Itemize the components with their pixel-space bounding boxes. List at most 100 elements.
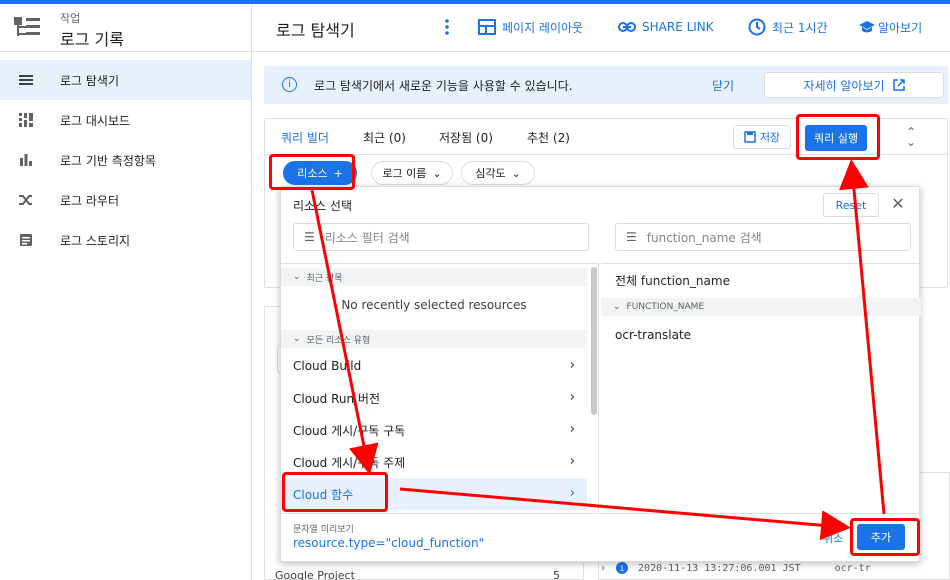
banner-close-button[interactable]: 닫기 bbox=[712, 77, 734, 94]
page-layout-button[interactable]: 페이지 레이아웃 bbox=[478, 18, 583, 36]
resource-item-label: Cloud Run 버전 bbox=[293, 391, 380, 406]
project-label: Google Project bbox=[275, 569, 355, 580]
all-resources-header: ⌄ 모든 리소스 유형 bbox=[281, 330, 587, 348]
learn-more-button[interactable]: 자세히 알아보기 bbox=[764, 72, 944, 98]
resource-item-cloud-run[interactable]: Cloud Run 버전 › bbox=[281, 382, 587, 414]
nav-item-label: 로그 라우터 bbox=[60, 193, 120, 208]
learn-label: 알아보기 bbox=[878, 20, 923, 35]
chevron-down-icon: ⌄ bbox=[293, 334, 301, 344]
info-icon: i bbox=[282, 77, 297, 92]
close-icon[interactable]: ✕ bbox=[887, 193, 909, 215]
page-header: 로그 탐색기 페이지 레이아웃 SHARE LINK 최근 1시간 알아보기 bbox=[252, 4, 950, 52]
left-navigation: 작업 로그 기록 로그 탐색기 로그 대시보드 로그 기반 측정항목 로그 라우… bbox=[0, 4, 252, 580]
function-name-header: ⌄ FUNCTION_NAME bbox=[601, 298, 921, 316]
filter-icon: ☰ bbox=[304, 230, 315, 244]
nav-item-log-router[interactable]: 로그 라우터 bbox=[0, 180, 251, 220]
nav-item-label: 로그 탐색기 bbox=[60, 73, 120, 88]
page-layout-label: 페이지 레이아웃 bbox=[502, 20, 584, 35]
logging-logo-icon bbox=[14, 17, 40, 36]
time-range-label: 최근 1시간 bbox=[772, 20, 828, 35]
chevron-down-icon: ⌄ bbox=[293, 272, 301, 282]
all-header-label: 모든 리소스 유형 bbox=[306, 335, 371, 346]
product-subtitle: 작업 bbox=[60, 12, 81, 25]
list-icon bbox=[18, 72, 34, 88]
learn-more-label: 자세히 알아보기 bbox=[803, 78, 885, 93]
page-title: 로그 탐색기 bbox=[276, 21, 355, 40]
resource-item-label: Cloud 게시/구독 주제 bbox=[293, 455, 406, 470]
recent-header-label: 최근 항목 bbox=[306, 273, 343, 284]
project-count: 5 bbox=[553, 569, 560, 580]
nav-item-log-explorer[interactable]: 로그 탐색기 bbox=[0, 60, 251, 100]
function-name-list: 전체 function_name ⌄ FUNCTION_NAME ocr-tra… bbox=[601, 263, 921, 513]
more-vert-button[interactable] bbox=[438, 18, 456, 36]
tab-suggested[interactable]: 추천 (2) bbox=[527, 129, 570, 146]
save-icon bbox=[744, 131, 756, 143]
nav-item-label: 로그 스토리지 bbox=[60, 233, 131, 248]
chevron-right-icon: › bbox=[569, 390, 575, 405]
tab-recent[interactable]: 최근 (0) bbox=[363, 129, 406, 146]
banner-text: 로그 탐색기에서 새로운 기능을 사용할 수 있습니다. bbox=[314, 79, 573, 93]
link-icon bbox=[618, 22, 636, 32]
fn-filter-placeholder: function_name 검색 bbox=[646, 230, 762, 245]
all-function-name-option[interactable]: 전체 function_name bbox=[615, 272, 730, 289]
preview-value: resource.type="cloud_function" bbox=[293, 536, 485, 550]
product-header: 작업 로그 기록 bbox=[0, 4, 251, 52]
recent-section-header: ⌄ 최근 항목 bbox=[281, 268, 587, 286]
save-query-button[interactable]: 저장 bbox=[733, 125, 791, 149]
product-title: 로그 기록 bbox=[60, 30, 124, 49]
log-name-chip-label: 로그 이름 bbox=[382, 167, 427, 180]
scrollbar[interactable] bbox=[591, 267, 597, 415]
log-timestamp: 2020-11-13 13:27:06.001 JST bbox=[638, 562, 801, 574]
learn-button[interactable]: 알아보기 bbox=[858, 18, 922, 36]
annotation-box-resource-chip bbox=[269, 154, 355, 190]
resource-filter-placeholder: 리소스 필터 검색 bbox=[324, 230, 410, 245]
annotation-box-add-button bbox=[850, 518, 920, 556]
share-link-button[interactable]: SHARE LINK bbox=[618, 18, 714, 36]
resource-item-label: Cloud Build bbox=[293, 359, 362, 373]
expand-icon[interactable]: › bbox=[600, 563, 606, 574]
chevron-right-icon: › bbox=[569, 422, 575, 437]
chevron-down-icon: ⌄ bbox=[511, 166, 521, 180]
tab-query-builder[interactable]: 쿼리 빌더 bbox=[281, 129, 329, 146]
no-recent-text: No recently selected resources bbox=[341, 298, 527, 312]
open-in-new-icon bbox=[892, 79, 905, 91]
nav-item-label: 로그 대시보드 bbox=[60, 113, 131, 128]
filter-icon: ☰ bbox=[626, 230, 637, 244]
chevron-right-icon: › bbox=[569, 358, 575, 373]
severity-chip-label: 심각도 bbox=[475, 167, 506, 180]
time-range-button[interactable]: 최근 1시간 bbox=[748, 18, 828, 36]
more-vert-icon bbox=[445, 19, 449, 35]
save-label: 저장 bbox=[759, 131, 781, 144]
info-banner: i 로그 탐색기에서 새로운 기능을 사용할 수 있습니다. 닫기 자세히 알아… bbox=[264, 66, 948, 104]
collapse-icon[interactable]: ⌃ ⌄ bbox=[901, 126, 921, 148]
nav-item-log-metrics[interactable]: 로그 기반 측정항목 bbox=[0, 140, 251, 180]
panel-title: 리소스 선택 bbox=[293, 199, 353, 213]
annotation-box-run-query bbox=[796, 114, 880, 160]
chevron-right-icon: › bbox=[569, 454, 575, 469]
reset-button[interactable]: Reset bbox=[823, 193, 879, 217]
function-name-item[interactable]: ocr-translate bbox=[615, 328, 691, 342]
severity-chip[interactable]: 심각도 ⌄ bbox=[461, 161, 535, 185]
info-severity-icon: i bbox=[616, 562, 629, 574]
annotation-box-cloud-function bbox=[282, 472, 388, 512]
bar-chart-icon bbox=[18, 152, 34, 168]
chevron-right-icon: › bbox=[569, 486, 575, 501]
fn-header-label: FUNCTION_NAME bbox=[626, 302, 705, 312]
nav-item-label: 로그 기반 측정항목 bbox=[60, 153, 156, 168]
tab-saved[interactable]: 저장됨 (0) bbox=[439, 129, 493, 146]
function-name-filter-input[interactable]: ☰ function_name 검색 bbox=[615, 223, 911, 251]
storage-icon bbox=[18, 232, 34, 248]
shuffle-icon bbox=[18, 192, 34, 208]
nav-item-log-storage[interactable]: 로그 스토리지 bbox=[0, 220, 251, 260]
chevron-down-icon: ⌄ bbox=[613, 302, 621, 312]
cancel-button[interactable]: 취소 bbox=[823, 530, 843, 546]
nav-item-log-dashboard[interactable]: 로그 대시보드 bbox=[0, 100, 251, 140]
preview-label: 문자열 미리보기 bbox=[293, 525, 354, 535]
resource-item-pubsub-subscription[interactable]: Cloud 게시/구독 구독 › bbox=[281, 414, 587, 446]
resource-item-cloud-build[interactable]: Cloud Build › bbox=[281, 350, 587, 382]
resource-filter-input[interactable]: ☰ 리소스 필터 검색 bbox=[293, 223, 589, 251]
chevron-down-icon: ⌄ bbox=[432, 166, 442, 180]
school-icon bbox=[859, 21, 875, 33]
dashboard-icon bbox=[18, 112, 34, 128]
log-name-chip[interactable]: 로그 이름 ⌄ bbox=[371, 161, 453, 185]
